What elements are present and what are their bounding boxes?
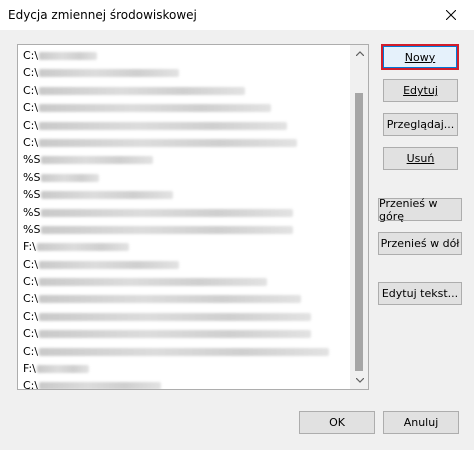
redacted-path: [39, 295, 302, 304]
path-prefix: F:\: [23, 362, 36, 376]
browse-button-label: Przeglądaj...: [386, 118, 455, 131]
list-item[interactable]: C:\: [18, 343, 351, 360]
redacted-path: [41, 225, 294, 234]
edit-text-button-label: Edytuj tekst...: [381, 287, 459, 300]
move-up-button[interactable]: Przenieś w górę: [378, 196, 462, 223]
list-item[interactable]: F:\: [18, 238, 351, 255]
redacted-path: [39, 278, 268, 287]
list-item[interactable]: C:\: [18, 273, 351, 290]
list-item[interactable]: C:\: [18, 290, 351, 307]
list-item[interactable]: C:\: [18, 325, 351, 342]
redacted-path: [36, 365, 89, 374]
path-prefix: C:\: [23, 275, 39, 289]
path-prefix: C:\: [23, 66, 39, 80]
new-button[interactable]: Nowy: [381, 44, 459, 70]
redacted-path: [36, 243, 129, 252]
path-prefix: C:\: [23, 49, 39, 62]
redacted-path: [39, 347, 330, 356]
list-item[interactable]: C:\: [18, 99, 351, 116]
path-listbox[interactable]: C:\ C:\ C:\ C:\ C:\ C:\ %S %S %S %S %S F:\ C:\ C:\ C:\…: [17, 44, 369, 390]
redacted-path: [41, 208, 294, 217]
list-item[interactable]: C:\: [18, 134, 351, 151]
list-item[interactable]: %S: [18, 204, 351, 221]
close-button[interactable]: [428, 0, 474, 30]
redacted-path: [39, 86, 246, 95]
list-item[interactable]: C:\: [18, 64, 351, 81]
list-item[interactable]: %S: [18, 169, 351, 186]
list-item[interactable]: F:\: [18, 360, 351, 377]
redacted-path: [39, 52, 98, 60]
path-prefix: C:\: [23, 83, 39, 97]
path-prefix: F:\: [23, 240, 36, 254]
path-prefix: C:\: [23, 118, 39, 132]
redacted-path: [39, 330, 312, 339]
delete-button[interactable]: Usuń: [383, 147, 458, 170]
path-prefix: C:\: [23, 135, 39, 149]
list-item[interactable]: C:\: [18, 256, 351, 273]
path-prefix: %S: [23, 170, 41, 184]
path-prefix: C:\: [23, 101, 39, 115]
new-button-label: Nowy: [404, 50, 436, 64]
path-prefix: C:\: [23, 309, 39, 323]
redacted-path: [39, 382, 162, 389]
ok-button-label: OK: [329, 416, 345, 429]
move-down-button-label: Przenieś w dół: [380, 237, 460, 250]
edit-button-label: Edytuj: [403, 84, 438, 97]
edit-text-button[interactable]: Edytuj tekst...: [378, 282, 462, 305]
redacted-path: [41, 156, 154, 165]
vertical-scrollbar[interactable]: [350, 45, 368, 389]
path-rows: C:\ C:\ C:\ C:\ C:\ C:\ %S %S %S %S %S F:\ C:\ C:\ C:\…: [18, 47, 351, 390]
path-prefix: %S: [23, 153, 41, 167]
move-down-button[interactable]: Przenieś w dół: [378, 232, 462, 255]
redacted-path: [39, 138, 298, 147]
ok-button[interactable]: OK: [299, 411, 375, 434]
redacted-path: [39, 121, 288, 130]
scroll-up-button[interactable]: [351, 45, 368, 62]
list-item[interactable]: C:\: [18, 47, 351, 64]
redacted-path: [41, 191, 174, 200]
list-item[interactable]: %S: [18, 186, 351, 203]
redacted-path: [39, 312, 312, 321]
edit-button[interactable]: Edytuj: [383, 79, 458, 102]
scroll-thumb[interactable]: [355, 93, 363, 371]
close-icon: [446, 10, 456, 20]
path-prefix: C:\: [23, 257, 39, 271]
path-prefix: C:\: [23, 379, 39, 390]
delete-button-label: Usuń: [406, 152, 435, 165]
move-up-button-label: Przenieś w górę: [379, 196, 438, 223]
chevron-up-icon: [355, 51, 364, 56]
scroll-down-button[interactable]: [351, 372, 368, 389]
list-item[interactable]: C:\: [18, 82, 351, 99]
list-item[interactable]: C:\: [18, 377, 351, 390]
redacted-path: [39, 260, 180, 269]
path-prefix: %S: [23, 205, 41, 219]
cancel-button-label: Anuluj: [403, 416, 439, 429]
list-item[interactable]: %S: [18, 151, 351, 168]
redacted-path: [41, 173, 100, 182]
path-prefix: C:\: [23, 292, 39, 306]
window-title: Edycja zmiennej środowiskowej: [8, 8, 197, 22]
path-prefix: C:\: [23, 327, 39, 341]
title-bar: Edycja zmiennej środowiskowej: [0, 0, 474, 30]
redacted-path: [39, 69, 180, 78]
list-item[interactable]: C:\: [18, 308, 351, 325]
redacted-path: [39, 104, 272, 113]
cancel-button[interactable]: Anuluj: [383, 411, 459, 434]
chevron-down-icon: [355, 378, 364, 383]
path-prefix: %S: [23, 222, 41, 236]
list-item[interactable]: C:\: [18, 117, 351, 134]
path-prefix: C:\: [23, 344, 39, 358]
path-prefix: %S: [23, 188, 41, 202]
browse-button[interactable]: Przeglądaj...: [383, 113, 458, 136]
list-item[interactable]: %S: [18, 221, 351, 238]
